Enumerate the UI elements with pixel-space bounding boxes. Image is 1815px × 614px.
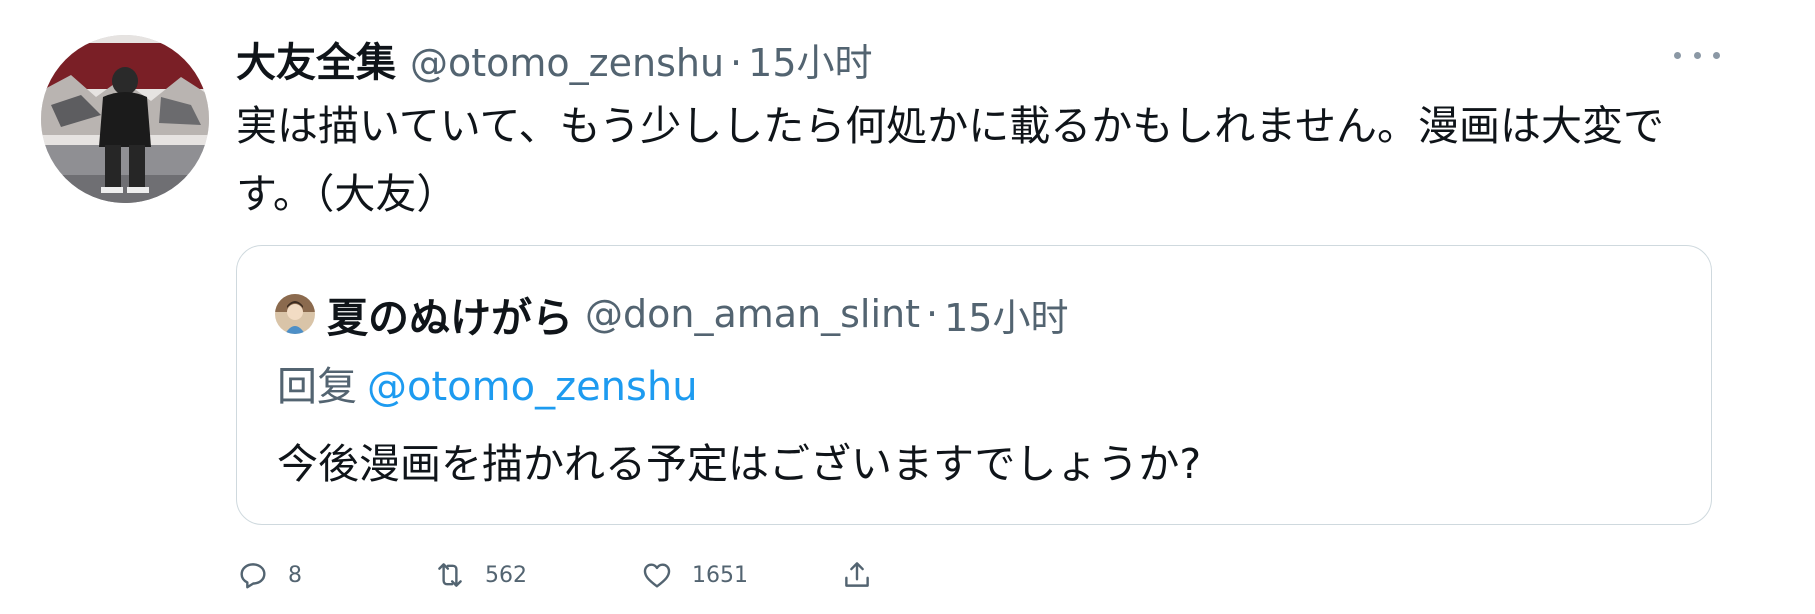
quoted-tweet-timestamp[interactable]: 15小时 [944,287,1068,342]
quoted-tweet-text: 今後漫画を描かれる予定はございますでしょうか? [277,440,1202,488]
retweet-button[interactable]: 562 [433,554,527,596]
tweet-timestamp[interactable]: 15小时 [748,32,872,87]
quoted-separator-dot: · [926,292,939,336]
quoted-tweet-header: 夏のぬけがら @don_aman_slint · 15小时 [275,284,1068,344]
reply-prefix: 回复 [277,364,357,410]
like-button[interactable]: 1651 [640,554,748,596]
author-handle[interactable]: @otomo_zenshu [410,41,724,85]
tweet-header: 大友全集 @otomo_zenshu · 15小时 [236,30,873,86]
share-icon [845,562,869,587]
reply-icon [240,563,266,589]
quoted-tweet[interactable]: 夏のぬけがら @don_aman_slint · 15小时 回复 @otomo_z… [236,245,1712,525]
tweet-text: 実は描いていて、もう少ししたら何処かに載るかもしれません。漫画は大変です。（大友… [236,102,1665,218]
quoted-author-avatar[interactable] [275,294,315,334]
tweet: 大友全集 @otomo_zenshu · 15小时 実は描いていて、もう少しした… [0,0,1815,614]
quoted-author-display-name[interactable]: 夏のぬけがら [327,284,573,344]
author-avatar[interactable] [41,35,209,203]
quoted-author-handle[interactable]: @don_aman_slint [585,292,920,336]
share-button[interactable] [840,554,874,596]
reply-context: 回复 @otomo_zenshu [277,354,698,412]
retweet-count: 562 [485,562,527,588]
separator-dot: · [730,41,743,85]
reply-button[interactable]: 8 [236,554,302,596]
retweet-icon [438,563,462,587]
like-count: 1651 [692,562,748,588]
more-icon[interactable] [1674,40,1720,70]
heart-icon [643,563,671,588]
reply-count: 8 [288,562,302,588]
reply-mention-link[interactable]: @otomo_zenshu [367,364,698,410]
author-display-name[interactable]: 大友全集 [236,30,396,88]
